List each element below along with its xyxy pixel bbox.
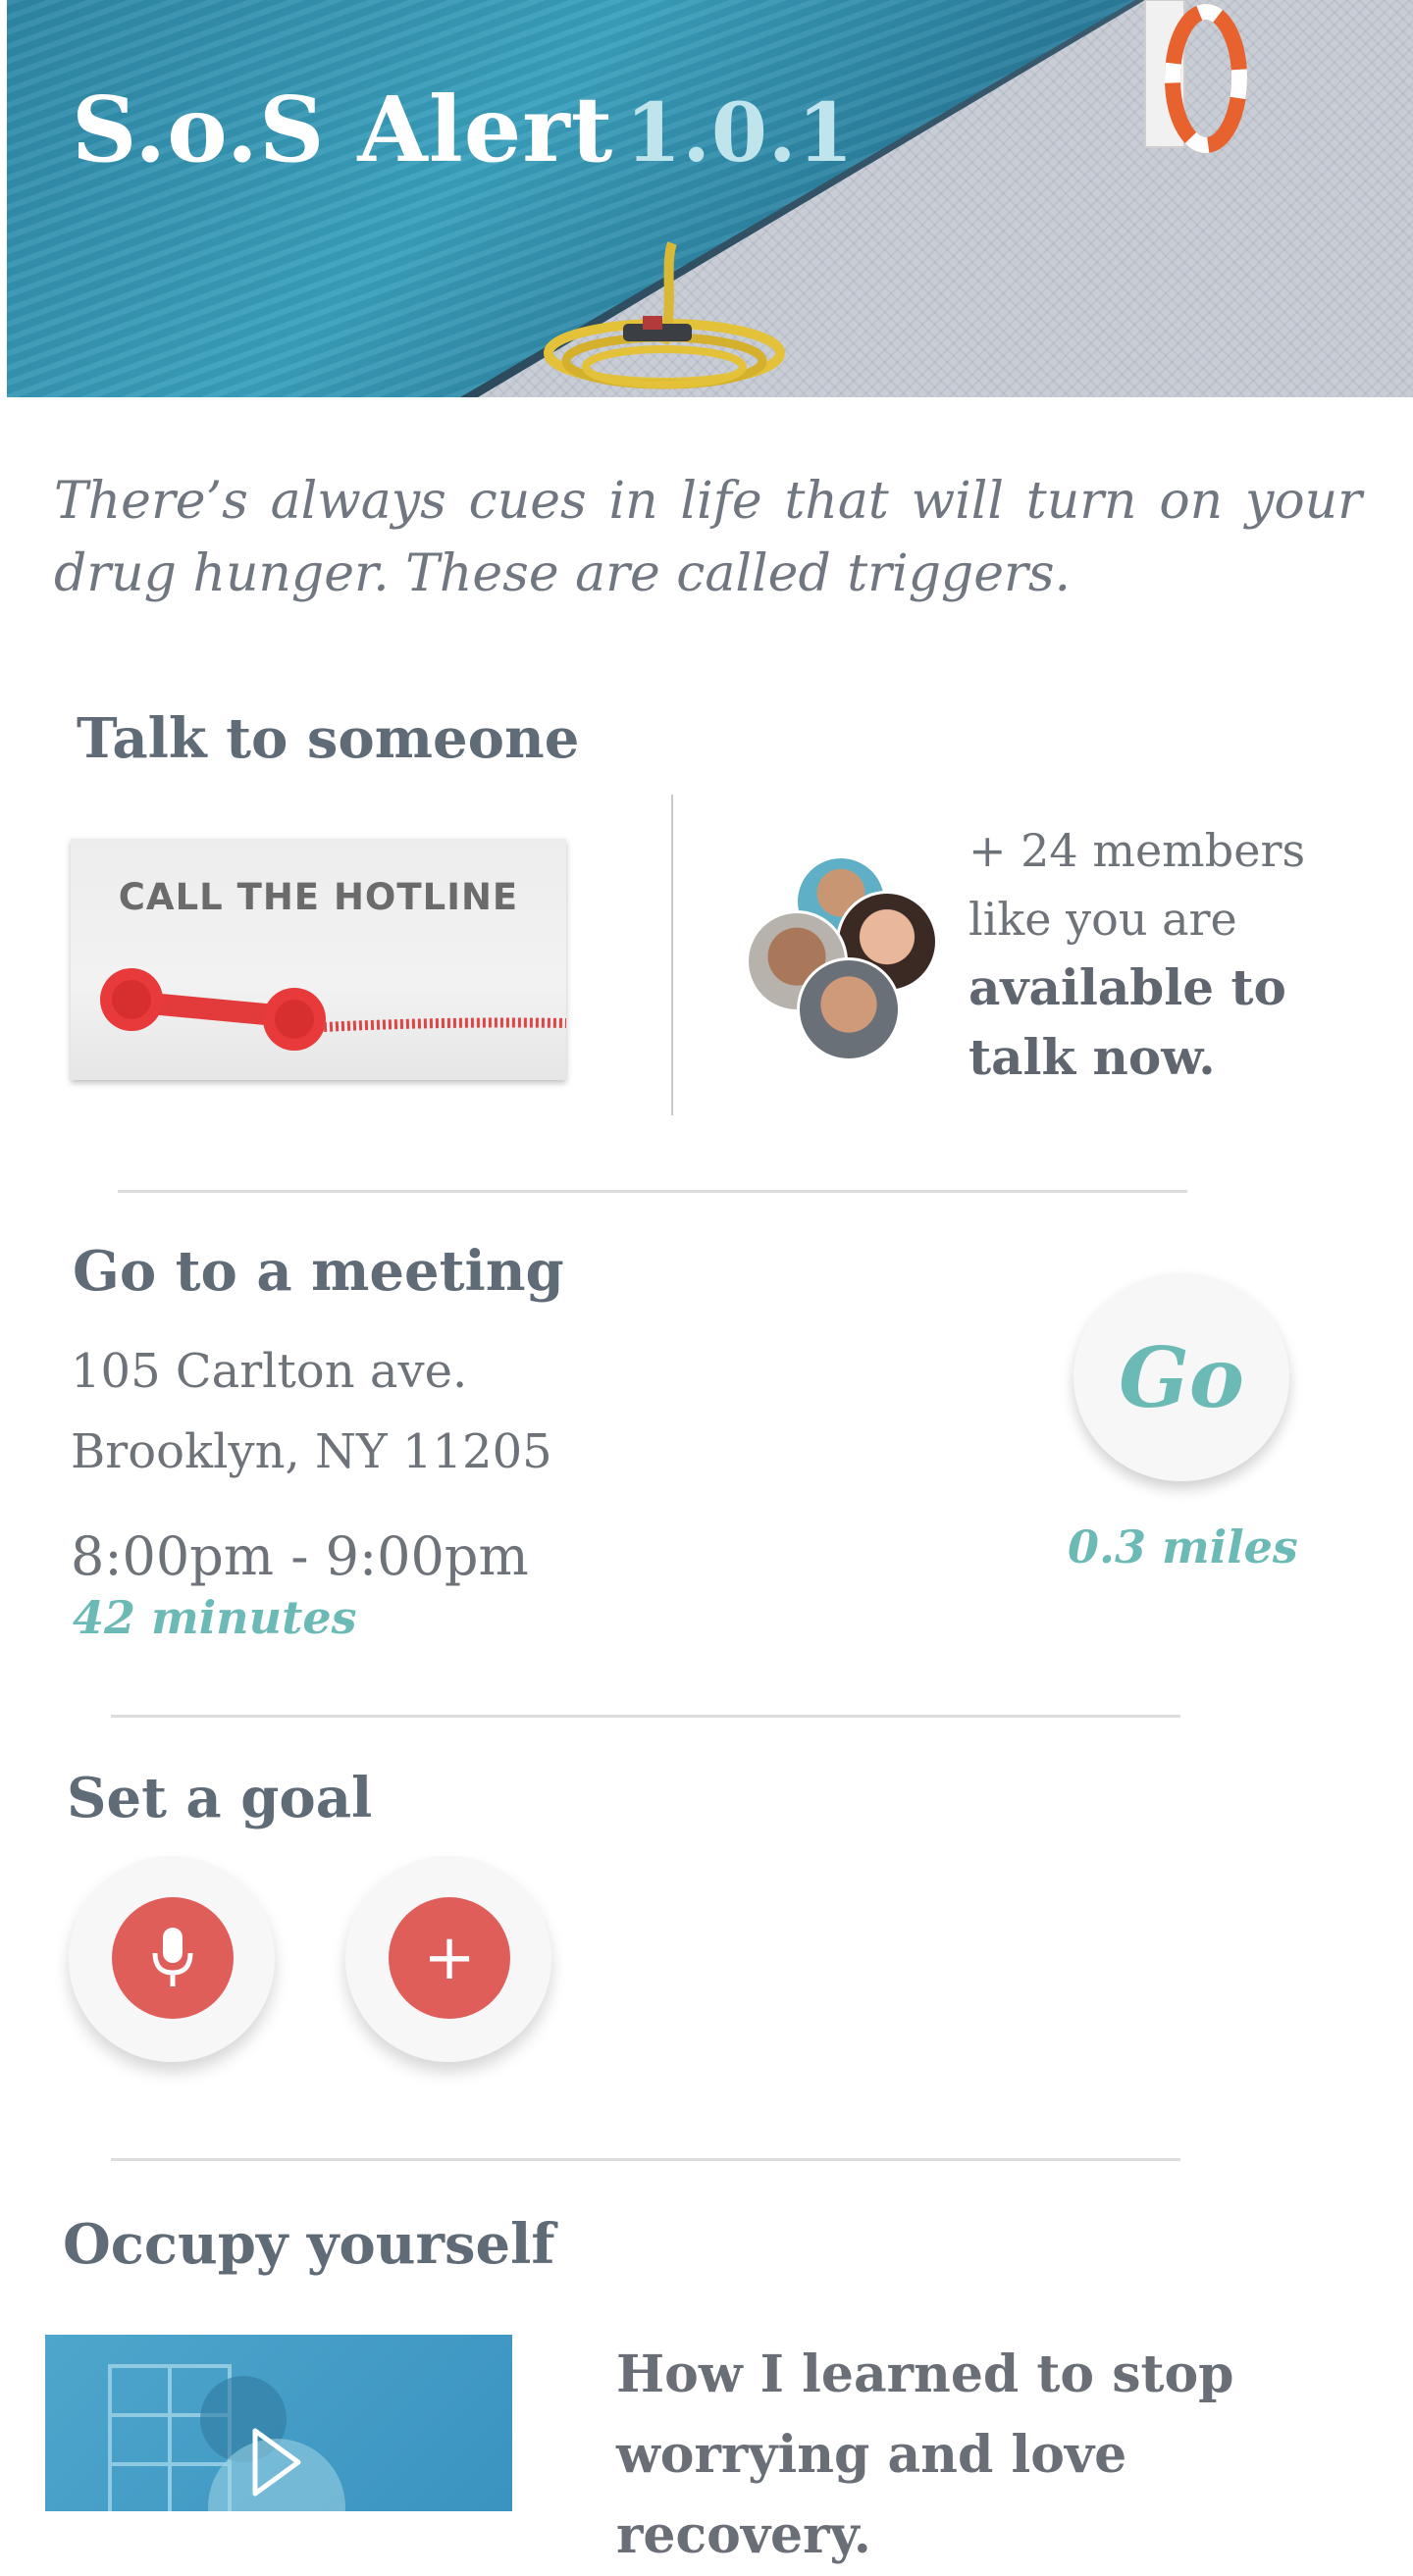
meeting-address-line2: Brooklyn, NY 11205 <box>71 1424 552 1479</box>
section-divider <box>111 1715 1180 1718</box>
voice-goal-button-face <box>112 1897 234 2019</box>
hose-illustration <box>544 241 785 389</box>
occupy-heading: Occupy yourself <box>63 2212 555 2277</box>
go-button[interactable]: Go <box>1073 1273 1289 1481</box>
members-count-text: + 24 members like you are <box>968 824 1306 946</box>
avatar <box>797 957 901 1061</box>
play-icon <box>252 2428 301 2497</box>
meeting-heading: Go to a meeting <box>73 1239 564 1304</box>
life-ring-illustration <box>1144 0 1247 153</box>
meeting-duration: 42 minutes <box>73 1591 357 1644</box>
call-hotline-button[interactable]: CALL THE HOTLINE <box>71 839 566 1080</box>
meeting-time: 8:00pm - 9:00pm <box>71 1525 529 1587</box>
add-goal-button[interactable]: + <box>345 1856 551 2062</box>
voice-goal-button[interactable] <box>69 1856 275 2062</box>
hotline-label: CALL THE HOTLINE <box>118 876 519 918</box>
phone-receiver-icon <box>100 968 566 1051</box>
section-divider <box>118 1190 1187 1193</box>
members-available-text: + 24 members like you are available to ta… <box>968 816 1381 1093</box>
vertical-divider <box>671 795 673 1115</box>
hero-banner: S.o.S Alert 1.0.1 <box>7 0 1413 397</box>
plus-icon: + <box>423 1922 476 1994</box>
app-title: S.o.S Alert 1.0.1 <box>72 77 855 182</box>
members-available-emphasis: available to talk now. <box>968 958 1286 1086</box>
intro-text: There’s always cues in life that will tu… <box>54 472 1362 603</box>
talk-heading: Talk to someone <box>77 706 580 771</box>
app-name: S.o.S Alert <box>72 77 614 182</box>
app-version: 1.0.1 <box>625 86 855 180</box>
goal-heading: Set a goal <box>67 1766 373 1830</box>
microphone-icon <box>152 1928 193 1986</box>
add-goal-button-face: + <box>389 1897 510 2019</box>
section-divider <box>111 2158 1180 2161</box>
video-thumbnail[interactable] <box>45 2335 512 2511</box>
meeting-distance: 0.3 miles <box>1068 1520 1298 1573</box>
member-avatars[interactable] <box>746 853 942 1061</box>
meeting-address-line1: 105 Carlton ave. <box>71 1344 468 1399</box>
article-title-link[interactable]: How I learned to stop worrying and love … <box>616 2335 1382 2576</box>
